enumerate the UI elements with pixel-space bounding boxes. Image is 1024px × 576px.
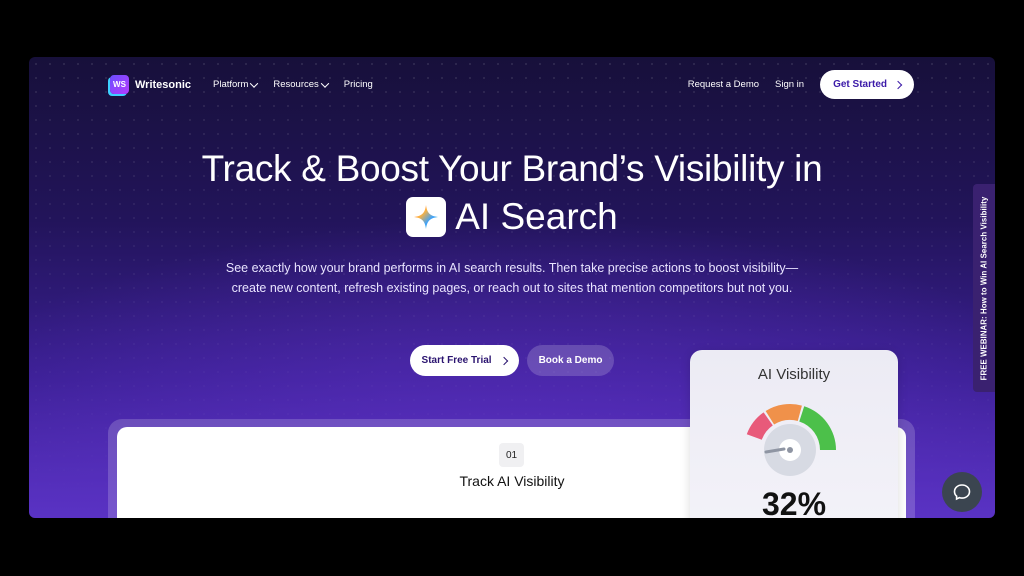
start-free-trial-button[interactable]: Start Free Trial — [409, 345, 519, 376]
nav-platform[interactable]: Platform — [213, 78, 259, 90]
chevron-down-icon — [320, 78, 330, 88]
start-free-trial-label: Start Free Trial — [421, 355, 492, 366]
nav-resources-label: Resources — [273, 79, 319, 90]
visibility-gauge — [746, 404, 836, 476]
webinar-side-tab[interactable]: FREE WEBINAR: How to Win AI Search Visib… — [973, 184, 995, 392]
hero-headline-ai-search: AI Search — [455, 196, 618, 237]
logo-icon: WS — [110, 75, 129, 94]
ai-visibility-value: 32% — [761, 486, 827, 518]
hero-headline-line2: AI Search — [29, 196, 995, 238]
step-number-badge: 01 — [499, 443, 524, 467]
chevron-down-icon — [250, 78, 259, 88]
nav-actions: Request a Demo Sign in Get Started — [688, 70, 914, 99]
main-nav: Platform Resources Pricing — [213, 78, 373, 90]
get-started-button[interactable]: Get Started — [820, 70, 914, 99]
request-demo-link[interactable]: Request a Demo — [688, 79, 759, 90]
hero-headline: Track & Boost Your Brand’s Visibility in — [201, 148, 823, 189]
nav-pricing-label: Pricing — [343, 79, 373, 90]
chat-launcher-button[interactable] — [942, 472, 982, 512]
book-demo-button[interactable]: Book a Demo — [526, 345, 615, 376]
get-started-label: Get Started — [833, 79, 887, 90]
webinar-side-tab-label: FREE WEBINAR: How to Win AI Search Visib… — [979, 196, 989, 380]
ai-sparkle-icon — [406, 197, 447, 237]
ai-visibility-card: AI Visibility 32% — [690, 350, 898, 518]
ai-visibility-title: AI Visibility — [757, 366, 831, 383]
chevron-right-icon — [499, 356, 508, 365]
gauge-hub-dot — [787, 447, 793, 453]
logo[interactable]: WS Writesonic — [110, 75, 191, 94]
chevron-right-icon — [893, 80, 903, 89]
gauge-segment-mid — [765, 404, 802, 425]
nav-pricing[interactable]: Pricing — [344, 79, 373, 90]
nav-resources[interactable]: Resources — [273, 78, 330, 90]
chat-bubble-icon — [953, 484, 971, 501]
logo-text: Writesonic — [135, 78, 192, 91]
page-frame: WS Writesonic Platform Resources Pricing… — [29, 57, 995, 518]
nav-platform-label: Platform — [213, 79, 249, 90]
hero-subtext: See exactly how your brand performs in A… — [225, 261, 799, 295]
sign-in-link[interactable]: Sign in — [775, 79, 804, 90]
